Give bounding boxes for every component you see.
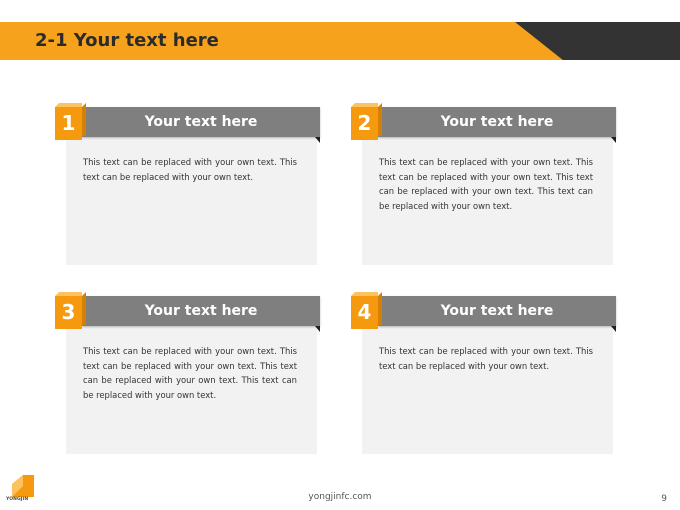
card-title: Your text here: [144, 303, 258, 319]
card-title: Your text here: [144, 114, 258, 130]
card-title: Your text here: [440, 303, 554, 319]
number-badge-label: 3: [61, 300, 76, 324]
card-text: This text can be replaced with your own …: [83, 157, 297, 182]
page-title: 2-1 Your text here: [35, 30, 219, 51]
card-header: Your text here: [378, 296, 616, 332]
card-title: Your text here: [440, 114, 554, 130]
number-badge: 3: [55, 296, 82, 329]
card-text: This text can be replaced with your own …: [83, 346, 297, 401]
number-badge-label: 2: [357, 111, 372, 135]
card-header: Your text here: [378, 107, 616, 143]
card-3: Your text here 3 This text can be replac…: [55, 296, 320, 458]
number-badge: 2: [351, 107, 378, 140]
card-text: This text can be replaced with your own …: [379, 157, 593, 212]
card-header: Your text here: [82, 296, 320, 332]
footer-website: yongjinfc.com: [308, 492, 372, 502]
card-2: Your text here 2 This text can be replac…: [351, 107, 616, 269]
card-text: This text can be replaced with your own …: [379, 346, 593, 371]
number-badge-label: 1: [61, 111, 76, 135]
card-1: Your text here 1 This text can be replac…: [55, 107, 320, 269]
page-number: 9: [661, 494, 667, 504]
card-body: [66, 127, 317, 265]
number-badge: 1: [55, 107, 82, 140]
card-body: [362, 316, 613, 454]
card-4: Your text here 4 This text can be replac…: [351, 296, 616, 458]
number-badge: 4: [351, 296, 378, 329]
number-badge-label: 4: [357, 300, 372, 324]
card-header: Your text here: [82, 107, 320, 143]
